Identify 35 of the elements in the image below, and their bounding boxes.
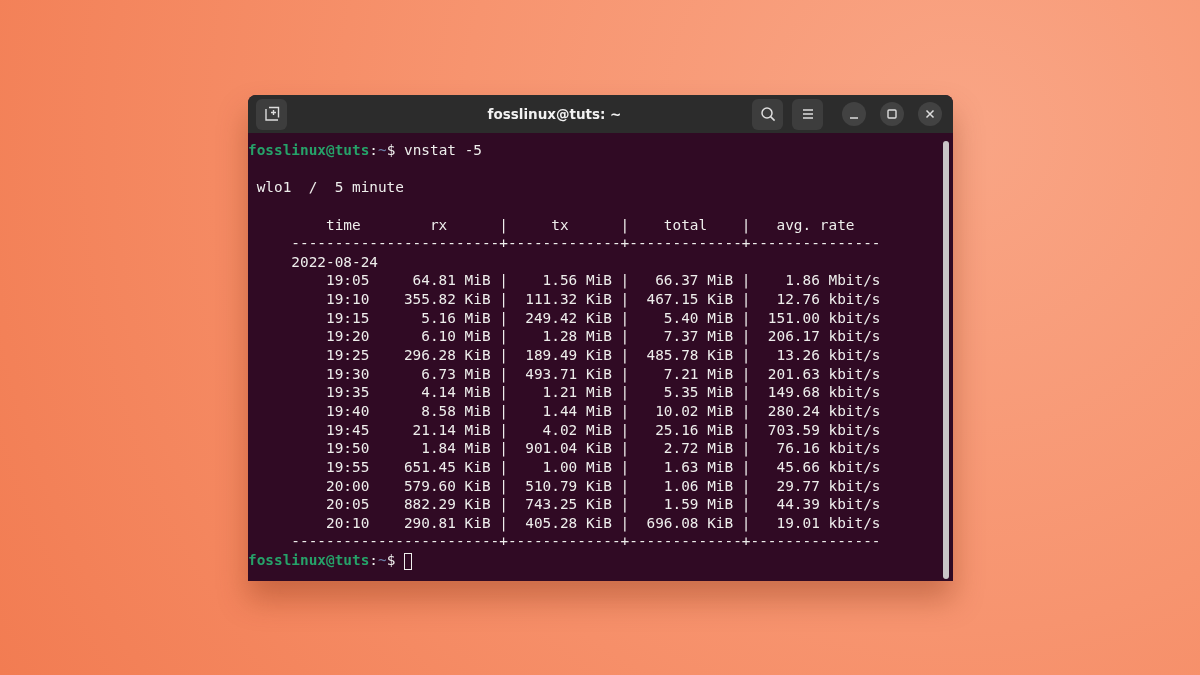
terminal-output-line: 19:30 6.73 MiB | 493.71 KiB | 7.21 MiB | 201.63 kbit/s [324, 364, 882, 384]
terminal-output-line: 19:35 4.14 MiB | 1.21 MiB | 5.35 MiB | 149.68 kbit/s [324, 383, 882, 402]
minimize-icon [849, 117, 859, 119]
terminal-output-line: 2022-08-24 [290, 252, 379, 272]
window-title: fosslinux@tuts: ~ [486, 106, 623, 122]
terminal-output-line: 19:05 64.81 MiB | 1.56 MiB | 66.37 MiB | 1.86 Mbit/s [324, 271, 882, 291]
search-icon [759, 106, 776, 122]
terminal-output-line: 20:10 290.81 KiB | 405.28 KiB | 696.08 KiB | 19.01 kbit/s [324, 513, 882, 533]
terminal-output-line: time rx | tx | total | avg. rate [324, 215, 856, 235]
terminal-output-line: 20:00 579.60 KiB | 510.79 KiB | 1.06 MiB | 29.77 kbit/s [324, 476, 882, 496]
search-button[interactable] [752, 98, 783, 130]
maximize-icon [887, 109, 897, 119]
terminal-prompt: fosslinux@tuts:~$ vnstat -5 [248, 141, 483, 160]
terminal-output-line: 19:40 8.58 MiB | 1.44 MiB | 10.02 MiB | 280.24 kbit/s [324, 401, 882, 421]
terminal-output-line: ------------------------+-------------+-------------+--------------- [290, 234, 882, 253]
terminal-output-line: 19:45 21.14 MiB | 4.02 MiB | 25.16 MiB | 703.59 kbit/s [324, 420, 882, 440]
terminal-output-line: ------------------------+-------------+-------------+--------------- [290, 532, 882, 552]
minimize-button[interactable] [842, 102, 866, 126]
new-tab-button[interactable] [256, 98, 287, 130]
maximize-button[interactable] [880, 102, 904, 126]
menu-icon [800, 107, 815, 121]
terminal-output-line: 19:50 1.84 MiB | 901.04 KiB | 2.72 MiB | 76.16 kbit/s [324, 439, 882, 458]
terminal-output-line: 20:05 882.29 KiB | 743.25 KiB | 1.59 MiB | 44.39 kbit/s [324, 495, 882, 514]
new-tab-icon [263, 106, 280, 122]
terminal-output-line: 19:10 355.82 KiB | 111.32 KiB | 467.15 KiB | 12.76 kbit/s [324, 290, 882, 309]
terminal-output-line: 19:25 296.28 KiB | 189.49 KiB | 485.78 KiB | 13.26 kbit/s [324, 346, 882, 365]
terminal-prompt: fosslinux@tuts:~$ [248, 551, 943, 570]
terminal-output-line: 19:15 5.16 MiB | 249.42 KiB | 5.40 MiB | 151.00 kbit/s [324, 308, 882, 328]
scrollbar-thumb[interactable] [943, 141, 949, 579]
close-icon [925, 109, 935, 119]
terminal-output-line: wlo1 / 5 minute [255, 178, 405, 197]
terminal-output-line: 19:55 651.45 KiB | 1.00 MiB | 1.63 MiB | 45.66 kbit/s [324, 457, 882, 477]
close-button[interactable] [918, 102, 942, 126]
menu-button[interactable] [792, 98, 823, 130]
terminal-output-line: 19:20 6.10 MiB | 1.28 MiB | 7.37 MiB | 206.17 kbit/s [324, 327, 882, 347]
